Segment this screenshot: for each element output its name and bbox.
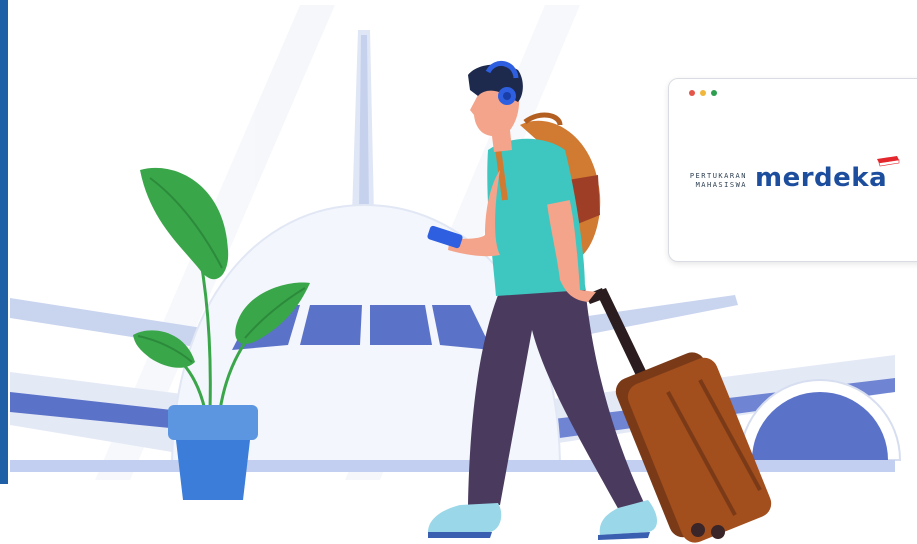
runway-line bbox=[10, 460, 895, 472]
green-dot-icon bbox=[711, 90, 717, 96]
indonesia-flag-icon bbox=[877, 156, 900, 167]
window-dots bbox=[689, 90, 717, 96]
plant-pot-rim bbox=[168, 405, 258, 440]
right-shoe bbox=[599, 500, 657, 535]
logo-wordmark: merdeka bbox=[755, 163, 888, 193]
logo-card: PERTUKARAN MAHASISWA merdeka bbox=[668, 78, 917, 262]
yellow-dot-icon bbox=[700, 90, 706, 96]
logo-line-2: MAHASISWA bbox=[695, 181, 747, 189]
logo-line-1: PERTUKARAN bbox=[689, 172, 747, 180]
left-shoe bbox=[428, 503, 502, 532]
red-dot-icon bbox=[689, 90, 695, 96]
plant-pot bbox=[176, 440, 250, 500]
logo-subtitle: PERTUKARAN MAHASISWA bbox=[679, 172, 747, 190]
plant-leaf bbox=[140, 167, 229, 280]
